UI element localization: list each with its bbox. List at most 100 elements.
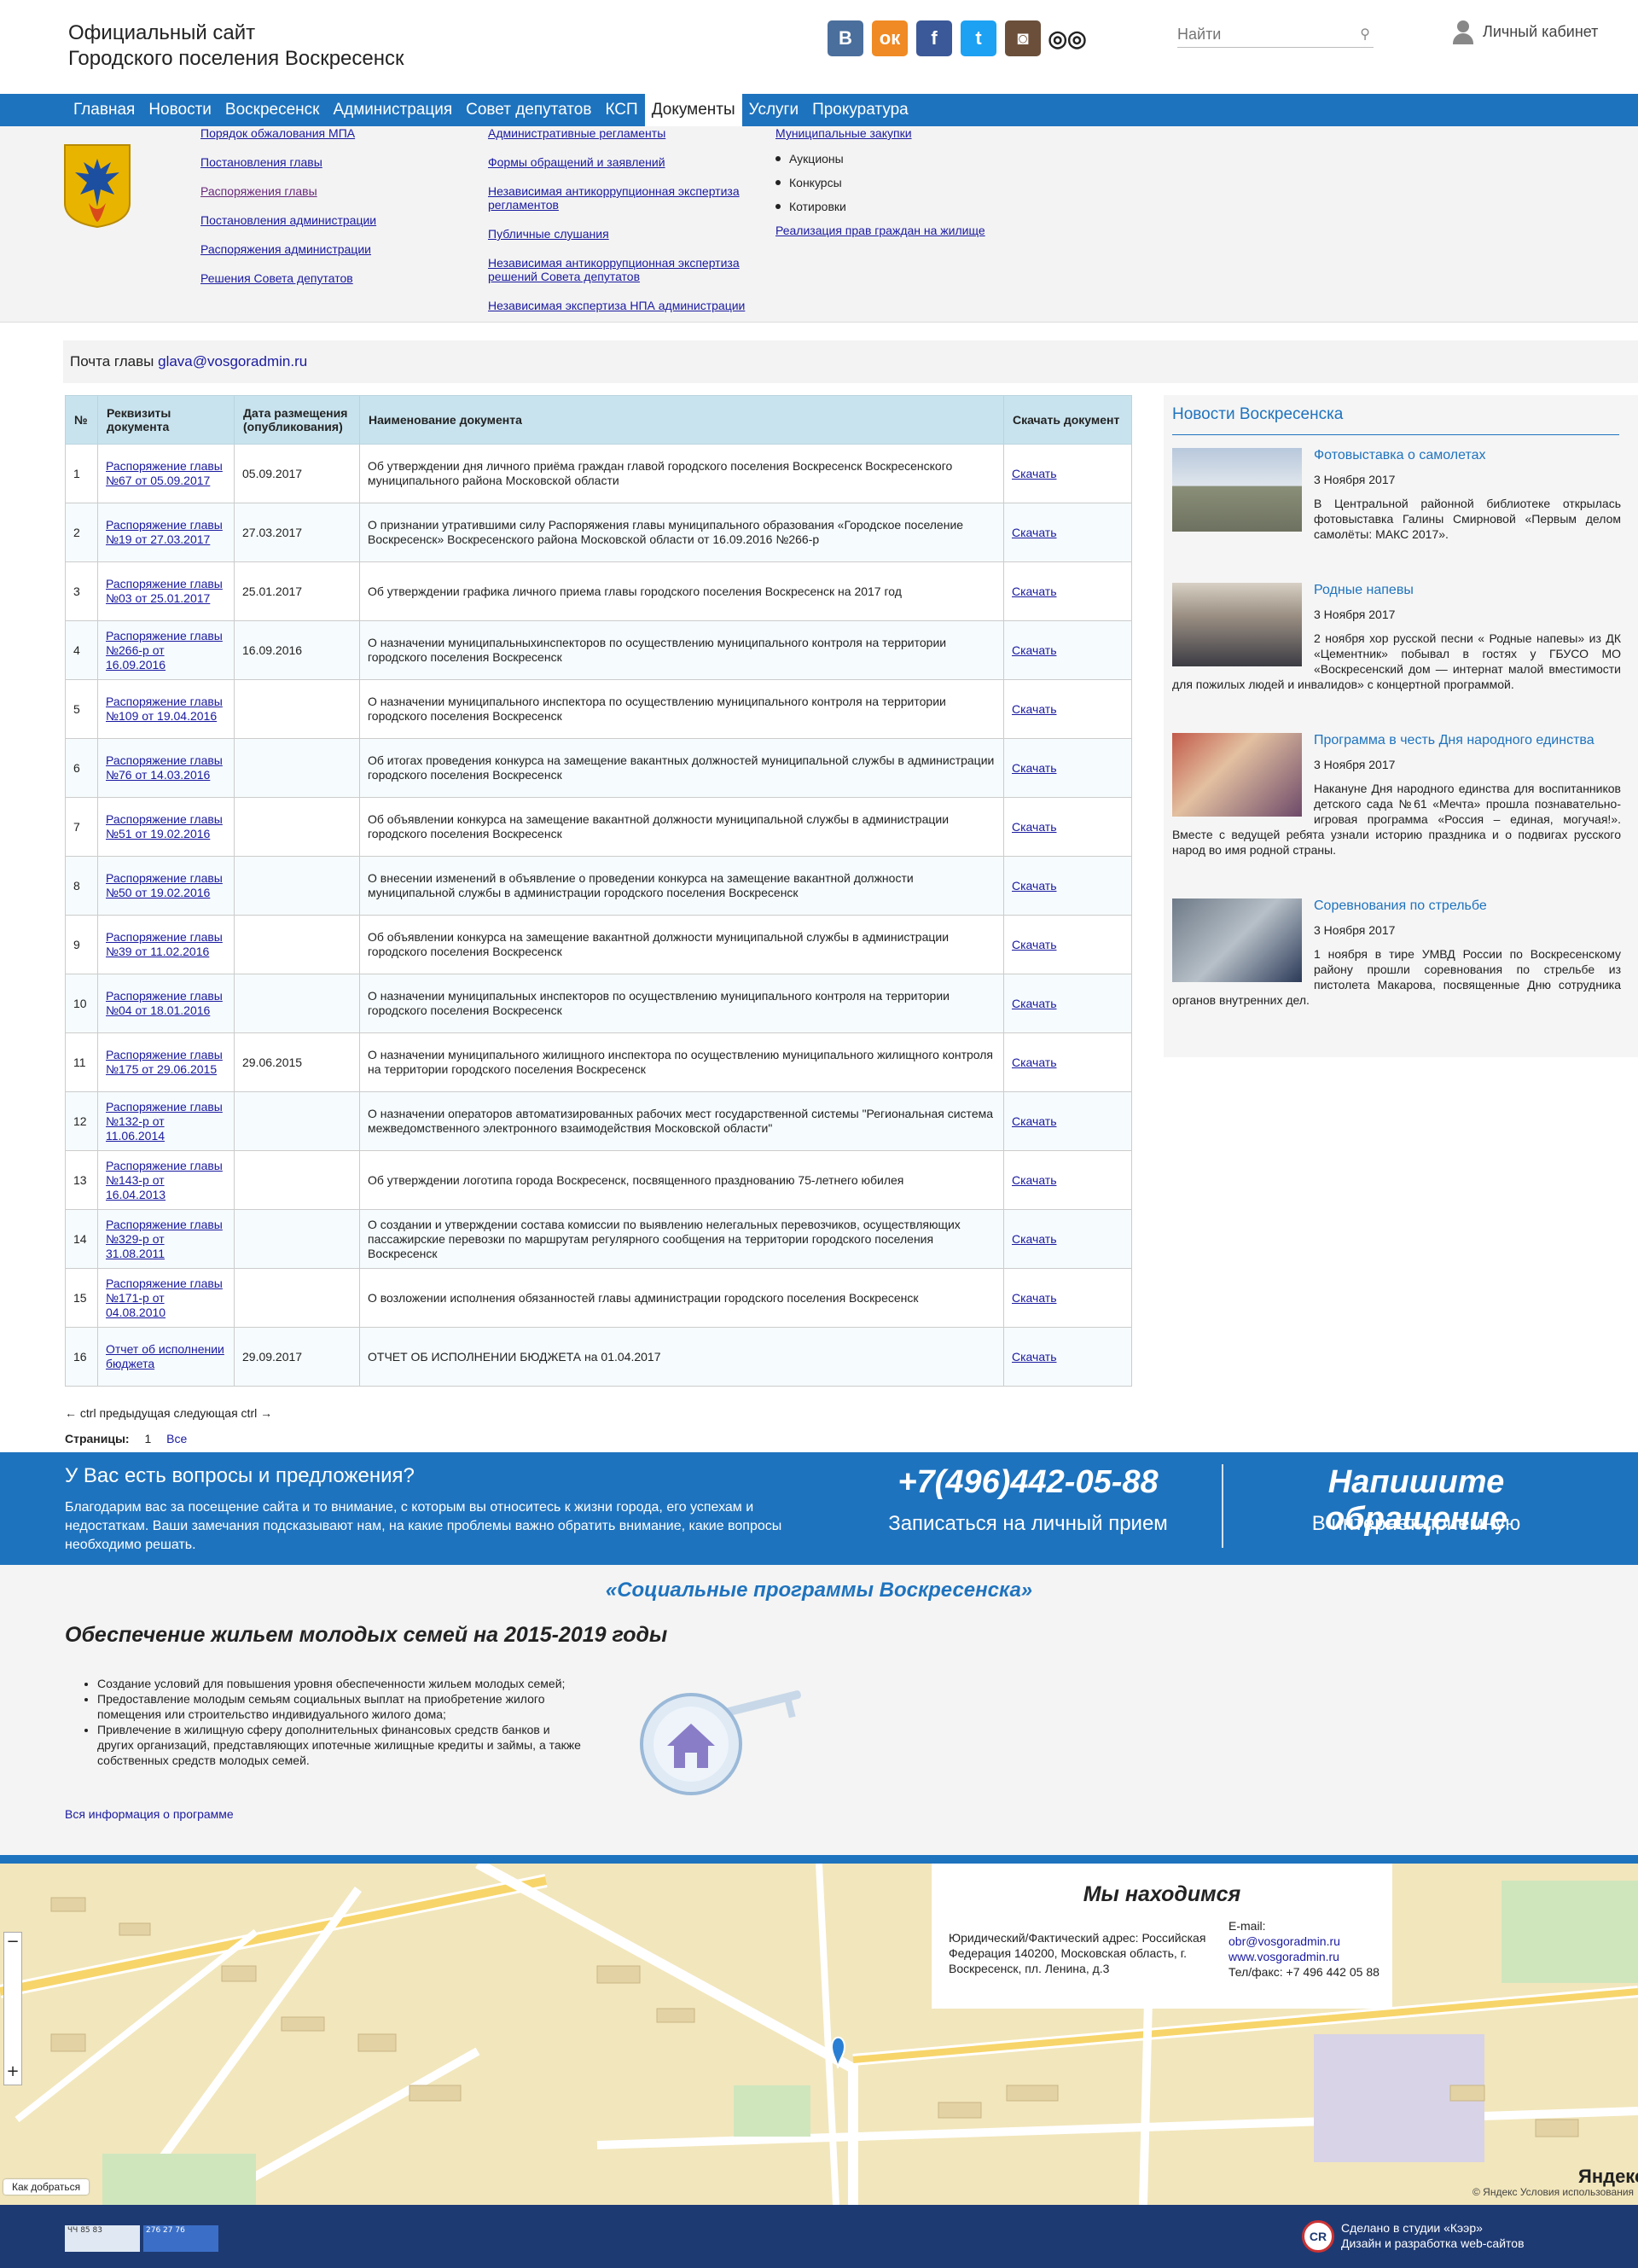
cell-number: 13 bbox=[65, 1150, 98, 1210]
download-link[interactable]: Скачать bbox=[1012, 584, 1057, 598]
map-zoom-control[interactable]: − + bbox=[3, 1932, 22, 2085]
map-terms[interactable]: © Яндекс Условия использования bbox=[1472, 2186, 1634, 2198]
vk-icon[interactable]: В bbox=[828, 20, 863, 56]
site-title[interactable]: Официальный сайт Городского поселения Во… bbox=[68, 20, 404, 72]
dd-quotations[interactable]: Котировки bbox=[775, 200, 1031, 213]
yandex-logo[interactable]: Яндекс bbox=[1578, 2166, 1638, 2188]
download-link[interactable]: Скачать bbox=[1012, 1350, 1057, 1364]
dd-council-decisions-link[interactable]: Решения Совета депутатов bbox=[200, 271, 376, 285]
band-phone[interactable]: +7(496)442-05-88 bbox=[887, 1464, 1169, 1501]
studio-link[interactable]: студии «Кээр» bbox=[1403, 2221, 1483, 2235]
twitter-icon[interactable]: t bbox=[961, 20, 996, 56]
dd-anticorruption-council-link[interactable]: Независимая антикоррупционная экспертиза… bbox=[488, 256, 770, 283]
facebook-icon[interactable]: f bbox=[916, 20, 952, 56]
zoom-in-icon[interactable]: + bbox=[4, 2062, 21, 2081]
dd-procurement-link[interactable]: Муниципальные закупки bbox=[775, 126, 1031, 140]
studio-made-in: Сделано в bbox=[1341, 2221, 1403, 2235]
dd-housing-rights-link[interactable]: Реализация прав граждан на жилище bbox=[775, 224, 1031, 237]
zoom-slider[interactable] bbox=[4, 1951, 21, 2062]
city-map[interactable] bbox=[0, 1864, 1638, 2205]
news-photo-plane[interactable] bbox=[1172, 448, 1302, 532]
dd-anticorruption-regulations-link[interactable]: Независимая антикоррупционная экспертиза… bbox=[488, 184, 770, 212]
pagination-all-link[interactable]: Все bbox=[166, 1432, 187, 1445]
dd-regulations-link[interactable]: Административные регламенты bbox=[488, 126, 770, 140]
download-link[interactable]: Скачать bbox=[1012, 526, 1057, 539]
yandex-metrika-counter[interactable]: 276 27 76 bbox=[143, 2225, 218, 2252]
download-link[interactable]: Скачать bbox=[1012, 1055, 1057, 1069]
requisites-link[interactable]: Распоряжение главы №76 от 14.03.2016 bbox=[106, 753, 223, 782]
email-link[interactable]: obr@vosgoradmin.ru bbox=[1228, 1934, 1340, 1948]
nav-item-documents[interactable]: Документы bbox=[644, 94, 742, 126]
search-input[interactable] bbox=[1177, 22, 1348, 46]
dd-admin-resolutions-link[interactable]: Постановления администрации bbox=[200, 213, 376, 227]
instagram-icon[interactable]: ◙ bbox=[1005, 20, 1041, 56]
tripadvisor-icon[interactable]: ◎◎ bbox=[1048, 20, 1086, 56]
search-icon[interactable]: ⚲ bbox=[1360, 26, 1370, 42]
requisites-link[interactable]: Распоряжение главы №171-р от 04.08.2010 bbox=[106, 1276, 223, 1319]
odnoklassniki-icon[interactable]: ок bbox=[872, 20, 908, 56]
dd-npa-expertise-link[interactable]: Независимая экспертиза НПА администрации bbox=[488, 299, 770, 312]
nav-item-council[interactable]: Совет депутатов bbox=[459, 94, 598, 126]
dd-contests[interactable]: Конкурсы bbox=[775, 176, 1031, 189]
news-heading[interactable]: Новости Воскресенска bbox=[1172, 405, 1343, 424]
news-photo-shooting[interactable] bbox=[1172, 898, 1302, 982]
requisites-link[interactable]: Распоряжение главы №50 от 19.02.2016 bbox=[106, 871, 223, 899]
personal-appointment-link[interactable]: Записаться на личный прием bbox=[887, 1512, 1169, 1536]
dd-public-hearings-link[interactable]: Публичные слушания bbox=[488, 227, 770, 241]
route-button[interactable]: Как добраться bbox=[3, 2179, 90, 2195]
cell-title: О внесении изменений в объявление о пров… bbox=[359, 856, 1004, 916]
download-link[interactable]: Скачать bbox=[1012, 1173, 1057, 1187]
cell-download: Скачать bbox=[1003, 738, 1132, 798]
download-link[interactable]: Скачать bbox=[1012, 467, 1057, 480]
personal-cabinet-link[interactable]: Личный кабинет bbox=[1450, 19, 1598, 44]
download-link[interactable]: Скачать bbox=[1012, 761, 1057, 775]
download-link[interactable]: Скачать bbox=[1012, 1232, 1057, 1246]
nav-item-prosecutor[interactable]: Прокуратура bbox=[805, 94, 915, 126]
download-link[interactable]: Скачать bbox=[1012, 1114, 1057, 1128]
nav-item-ksp[interactable]: КСП bbox=[598, 94, 644, 126]
site-link[interactable]: www.vosgoradmin.ru bbox=[1228, 1950, 1339, 1963]
internet-reception-link[interactable]: В интернет-приемную bbox=[1246, 1512, 1587, 1536]
liveinternet-counter[interactable]: ЧЧ 85 83 bbox=[65, 2225, 140, 2252]
download-link[interactable]: Скачать bbox=[1012, 938, 1057, 951]
download-link[interactable]: Скачать bbox=[1012, 820, 1057, 834]
nav-item-administration[interactable]: Администрация bbox=[326, 94, 459, 126]
download-link[interactable]: Скачать bbox=[1012, 997, 1057, 1010]
requisites-link[interactable]: Распоряжение главы №67 от 05.09.2017 bbox=[106, 459, 223, 487]
download-link[interactable]: Скачать bbox=[1012, 1291, 1057, 1305]
news-item: Фотовыставка о самолетах 3 Ноября 2017 В… bbox=[1172, 448, 1621, 542]
pagination: Страницы: 1 Все bbox=[65, 1432, 187, 1445]
nav-item-voskresensk[interactable]: Воскресенск bbox=[218, 94, 327, 126]
requisites-link[interactable]: Распоряжение главы №04 от 18.01.2016 bbox=[106, 989, 223, 1017]
requisites-link[interactable]: Распоряжение главы №329-р от 31.08.2011 bbox=[106, 1218, 223, 1260]
requisites-link[interactable]: Распоряжение главы №19 от 27.03.2017 bbox=[106, 518, 223, 546]
news-photo-kindergarten[interactable] bbox=[1172, 733, 1302, 817]
requisites-link[interactable]: Распоряжение главы №143-р от 16.04.2013 bbox=[106, 1159, 223, 1201]
zoom-out-icon[interactable]: − bbox=[4, 1933, 21, 1951]
requisites-link[interactable]: Распоряжение главы №51 от 19.02.2016 bbox=[106, 812, 223, 840]
requisites-link[interactable]: Распоряжение главы №175 от 29.06.2015 bbox=[106, 1048, 223, 1076]
news-photo-choir[interactable] bbox=[1172, 583, 1302, 666]
requisites-link[interactable]: Распоряжение главы №132-р от 11.06.2014 bbox=[106, 1100, 223, 1143]
nav-item-main[interactable]: Главная bbox=[67, 94, 142, 126]
requisites-link[interactable]: Распоряжение главы №109 от 19.04.2016 bbox=[106, 695, 223, 723]
download-link[interactable]: Скачать bbox=[1012, 879, 1057, 893]
download-link[interactable]: Скачать bbox=[1012, 702, 1057, 716]
dd-head-resolutions-link[interactable]: Постановления главы bbox=[200, 155, 376, 169]
head-mail-link[interactable]: glava@vosgoradmin.ru bbox=[158, 353, 307, 369]
requisites-link[interactable]: Распоряжение главы №266-р от 16.09.2016 bbox=[106, 629, 223, 672]
program-more-link[interactable]: Вся информация о программе bbox=[65, 1807, 234, 1821]
requisites-link[interactable]: Распоряжение главы №03 от 25.01.2017 bbox=[106, 577, 223, 605]
studio-logo[interactable]: CR bbox=[1302, 2220, 1334, 2253]
requisites-link[interactable]: Распоряжение главы №39 от 11.02.2016 bbox=[106, 930, 223, 958]
nav-item-services[interactable]: Услуги bbox=[742, 94, 805, 126]
cell-title: Об утверждении графика личного приема гл… bbox=[359, 561, 1004, 621]
dd-auctions[interactable]: Аукционы bbox=[775, 152, 1031, 166]
dd-head-orders-link[interactable]: Распоряжения главы bbox=[200, 184, 376, 198]
download-link[interactable]: Скачать bbox=[1012, 643, 1057, 657]
requisites-link[interactable]: Отчет об исполнении бюджета bbox=[106, 1342, 224, 1370]
dd-forms-link[interactable]: Формы обращений и заявлений bbox=[488, 155, 770, 169]
dd-mpa-link[interactable]: Порядок обжалования МПА bbox=[200, 126, 376, 140]
nav-item-news[interactable]: Новости bbox=[142, 94, 218, 126]
dd-admin-orders-link[interactable]: Распоряжения администрации bbox=[200, 242, 376, 256]
